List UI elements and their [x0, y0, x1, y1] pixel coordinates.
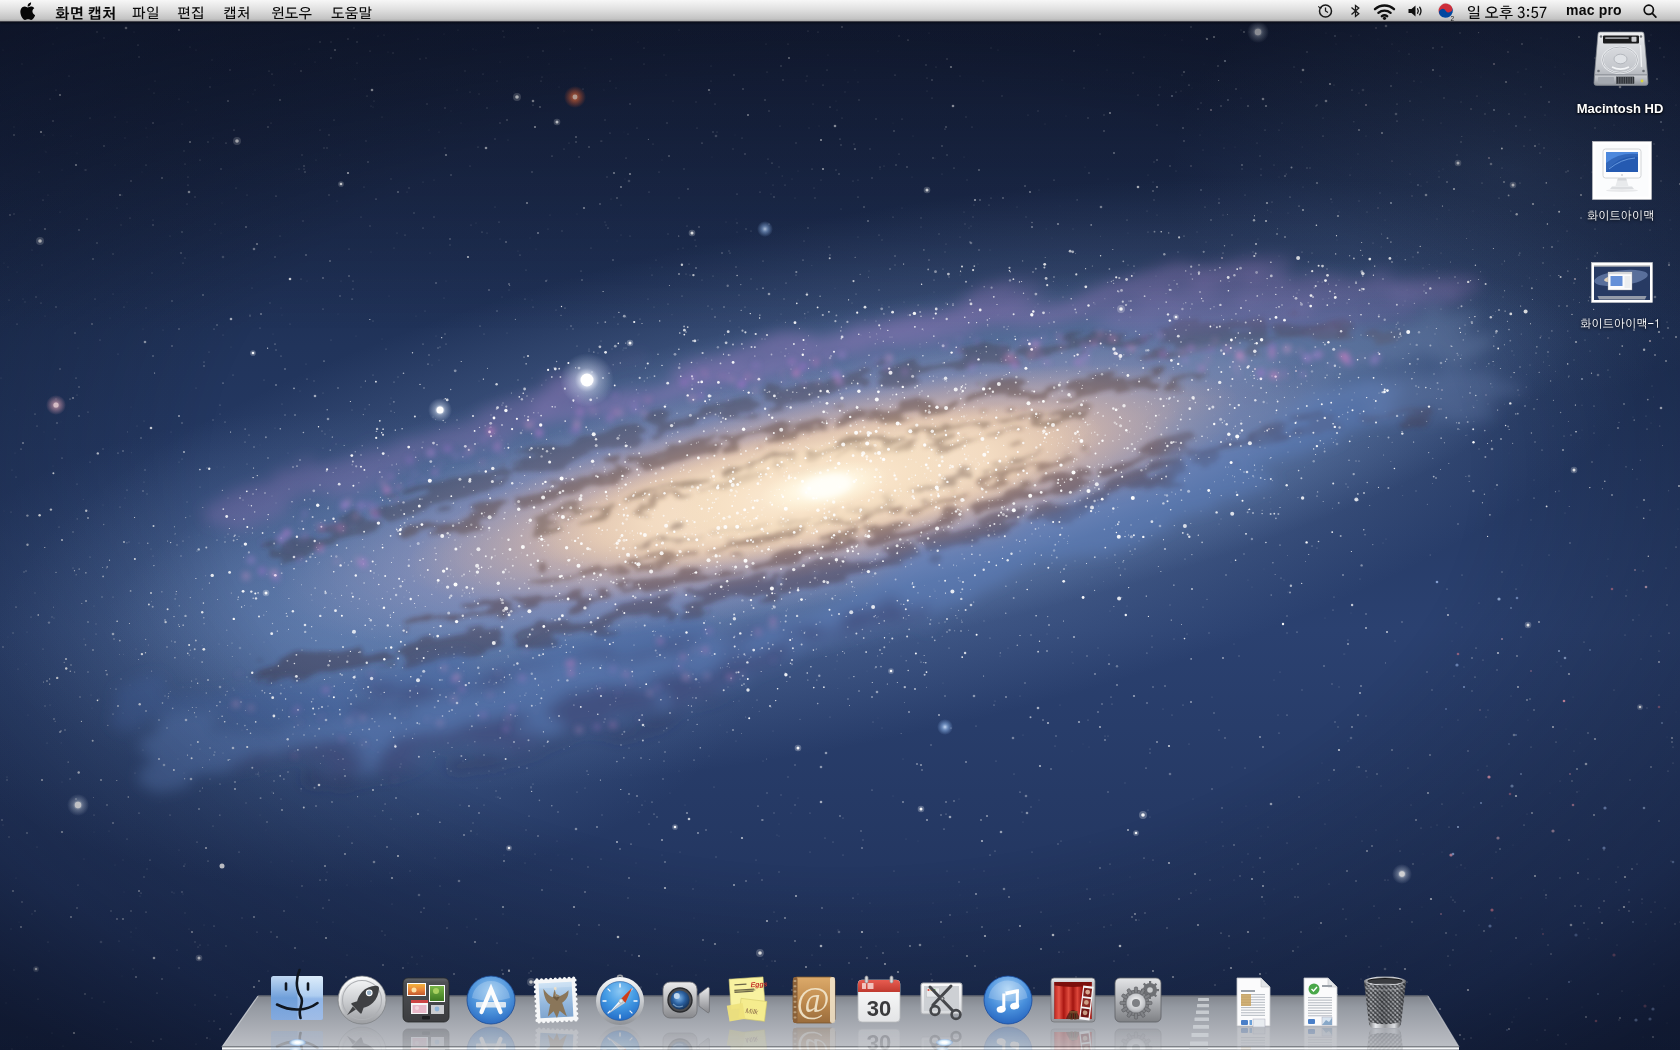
svg-text:30: 30	[867, 996, 891, 1021]
svg-text:@: @	[796, 980, 829, 1020]
svg-text:2: 2	[1450, 15, 1454, 21]
